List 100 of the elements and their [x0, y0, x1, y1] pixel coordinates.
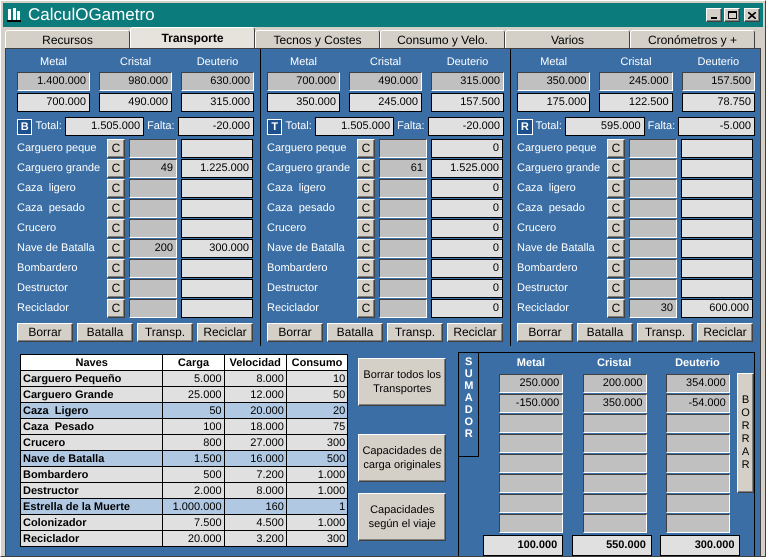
ship-value-field[interactable] [681, 178, 753, 198]
ship-count-field[interactable] [129, 198, 177, 218]
ship-count-field[interactable]: 200 [129, 238, 177, 258]
sum-field[interactable] [499, 514, 564, 533]
ship-value-field[interactable] [181, 298, 253, 318]
cost-field[interactable]: 78.750 [682, 93, 755, 112]
sum-field[interactable] [666, 514, 730, 533]
ship-value-field[interactable] [681, 138, 753, 158]
ship-value-field[interactable]: 0 [431, 198, 503, 218]
ship-value-field[interactable] [681, 198, 753, 218]
sum-field[interactable]: -54.000 [666, 394, 730, 413]
action-button[interactable]: Borrar todos los Transportes [358, 358, 446, 406]
ship-value-field[interactable]: 0 [431, 138, 503, 158]
clear-ship-button[interactable]: C [107, 258, 125, 278]
fleet-action-button[interactable]: Reciclar [197, 323, 253, 342]
falta-field[interactable]: -5.000 [678, 117, 755, 136]
clear-ship-button[interactable]: C [107, 238, 125, 258]
ship-count-field[interactable] [379, 198, 427, 218]
ship-value-field[interactable] [181, 258, 253, 278]
cost-field[interactable]: 315.000 [181, 93, 254, 112]
ship-value-field[interactable]: 0 [431, 278, 503, 298]
total-field[interactable]: 595.000 [564, 117, 645, 136]
clear-ship-button[interactable]: C [107, 138, 125, 158]
ship-value-field[interactable] [181, 278, 253, 298]
cost-field[interactable]: 350.000 [517, 72, 590, 91]
ship-value-field[interactable]: 0 [431, 238, 503, 258]
ship-count-field[interactable]: 49 [129, 158, 177, 178]
ship-value-field[interactable] [181, 218, 253, 238]
cost-field[interactable]: 245.000 [349, 93, 422, 112]
sum-field[interactable] [582, 514, 646, 533]
cost-field[interactable]: 700.000 [17, 93, 90, 112]
sum-field[interactable]: -150.000 [499, 394, 564, 413]
fleet-action-button[interactable]: Batalla [577, 323, 633, 342]
sum-field[interactable] [499, 494, 564, 513]
minimize-button[interactable] [706, 8, 722, 22]
ship-value-field[interactable] [681, 238, 753, 258]
ship-value-field[interactable]: 1.225.000 [181, 158, 253, 178]
ship-value-field[interactable]: 0 [431, 218, 503, 238]
sum-field[interactable] [582, 434, 646, 453]
ship-count-field[interactable]: 61 [379, 158, 427, 178]
ship-count-field[interactable] [129, 138, 177, 158]
fleet-action-button[interactable]: Borrar [267, 323, 323, 342]
ship-count-field[interactable] [379, 138, 427, 158]
cost-field[interactable]: 630.000 [181, 72, 254, 91]
ship-value-field[interactable] [181, 198, 253, 218]
sum-field[interactable] [499, 414, 564, 433]
tab[interactable]: Tecnos y Costes [255, 30, 380, 48]
clear-ship-button[interactable]: C [107, 298, 125, 318]
cost-field[interactable]: 1.400.000 [17, 72, 90, 91]
clear-ship-button[interactable]: C [607, 278, 625, 298]
ship-count-field[interactable] [629, 238, 677, 258]
ship-count-field[interactable] [629, 198, 677, 218]
ship-count-field[interactable] [129, 258, 177, 278]
clear-ship-button[interactable]: C [107, 278, 125, 298]
total-field[interactable]: 1.505.000 [314, 117, 394, 136]
ship-count-field[interactable] [379, 258, 427, 278]
tab[interactable]: Transporte [130, 27, 255, 48]
ship-value-field[interactable]: 0 [431, 178, 503, 198]
ship-count-field[interactable] [129, 218, 177, 238]
action-button[interactable]: Capacidades de carga originales [358, 434, 446, 482]
ship-value-field[interactable] [181, 178, 253, 198]
clear-ship-button[interactable]: C [607, 178, 625, 198]
ship-value-field[interactable]: 0 [431, 298, 503, 318]
ship-count-field[interactable] [379, 298, 427, 318]
cost-field[interactable]: 980.000 [99, 72, 172, 91]
clear-ship-button[interactable]: C [357, 158, 375, 178]
tab[interactable]: Cronómetros y + [630, 30, 755, 48]
falta-field[interactable]: -20.000 [428, 117, 504, 136]
clear-sum-button[interactable]: BORRAR [737, 373, 754, 493]
clear-ship-button[interactable]: C [107, 218, 125, 238]
ship-count-field[interactable] [379, 218, 427, 238]
cost-field[interactable]: 122.500 [599, 93, 673, 112]
cost-field[interactable]: 245.000 [599, 72, 673, 91]
fleet-action-button[interactable]: Transp. [387, 323, 443, 342]
ship-value-field[interactable]: 600.000 [681, 298, 753, 318]
cost-field[interactable]: 700.000 [267, 72, 340, 91]
ship-count-field[interactable] [129, 278, 177, 298]
ship-count-field[interactable] [629, 158, 677, 178]
clear-ship-button[interactable]: C [357, 218, 375, 238]
fleet-action-button[interactable]: Transp. [637, 323, 693, 342]
sum-field[interactable] [666, 414, 730, 433]
sum-field[interactable]: 354.000 [666, 374, 730, 393]
clear-ship-button[interactable]: C [607, 298, 625, 318]
ship-count-field[interactable] [379, 178, 427, 198]
fleet-action-button[interactable]: Reciclar [697, 323, 753, 342]
ship-count-field[interactable] [129, 298, 177, 318]
sum-field[interactable] [666, 454, 730, 473]
ship-count-field[interactable] [629, 178, 677, 198]
sum-field[interactable] [499, 454, 564, 473]
ship-value-field[interactable] [681, 218, 753, 238]
action-button[interactable]: Capacidades según el viaje [358, 493, 446, 541]
ship-count-field[interactable] [379, 278, 427, 298]
fleet-action-button[interactable]: Reciclar [447, 323, 503, 342]
sum-field[interactable]: 200.000 [582, 374, 646, 393]
cost-field[interactable]: 490.000 [99, 93, 172, 112]
close-button[interactable] [744, 8, 760, 22]
sum-field[interactable] [666, 474, 730, 493]
ship-value-field[interactable]: 1.525.000 [431, 158, 503, 178]
sum-field[interactable] [582, 454, 646, 473]
fleet-action-button[interactable]: Batalla [327, 323, 383, 342]
